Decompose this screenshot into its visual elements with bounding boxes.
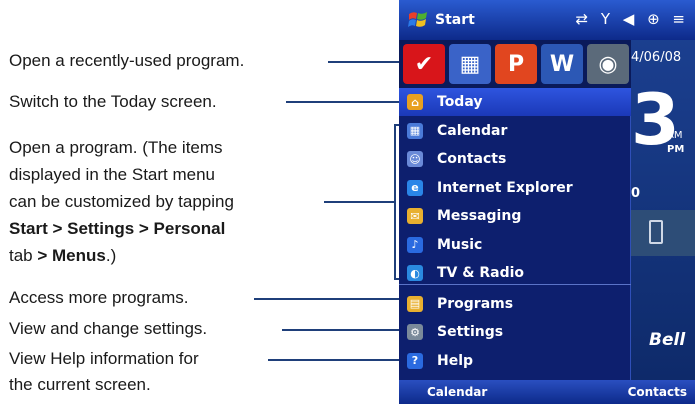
- callout-settings: View and change settings.: [9, 319, 208, 338]
- phone-icon: [649, 220, 663, 244]
- menu-item-label: Calendar: [437, 122, 508, 139]
- menu-item-settings[interactable]: ⚙ Settings: [399, 318, 631, 346]
- contacts-icon: ☺: [407, 151, 423, 167]
- callout-help-line2: the current screen.: [9, 375, 151, 394]
- leader-line-help: [268, 359, 401, 361]
- menu-item-calendar[interactable]: ▦ Calendar: [399, 117, 631, 145]
- menu-path-text: Start > Settings > Personal: [9, 219, 226, 238]
- windows-start-icon[interactable]: [407, 9, 429, 31]
- menu-item-internet-explorer[interactable]: e Internet Explorer: [399, 174, 631, 202]
- today-date: 4/06/08: [631, 50, 682, 65]
- menu-item-label: Contacts: [437, 151, 507, 167]
- window-title: Start: [435, 12, 475, 28]
- soft-key-right[interactable]: Contacts: [628, 385, 687, 399]
- menu-item-messaging[interactable]: ✉ Messaging: [399, 202, 631, 230]
- menu-item-music[interactable]: ♪ Music: [399, 231, 631, 259]
- recent-programs-bar: ✔ ▦ P W ◉: [399, 40, 631, 88]
- menu-item-label: Messaging: [437, 208, 522, 224]
- menu-item-label: Today: [437, 94, 483, 110]
- leader-line-recent: [328, 61, 401, 63]
- callout-program-line3: can be customized by tapping: [9, 192, 234, 211]
- today-icon: ⌂: [407, 94, 423, 110]
- leader-line-programs: [324, 201, 394, 203]
- programs-icon: ▤: [407, 295, 423, 312]
- callout-today: Switch to the Today screen.: [9, 92, 217, 111]
- menu-item-tv-radio[interactable]: ◐ TV & Radio: [399, 259, 631, 287]
- callout-recent: Open a recently-used program.: [9, 51, 245, 70]
- callout-more: Access more programs.: [9, 288, 189, 307]
- leader-line-more: [254, 298, 401, 300]
- callout-help-line1: View Help information for: [9, 349, 199, 368]
- menu-item-programs[interactable]: ▤ Programs: [399, 290, 631, 318]
- camera-icon[interactable]: ◉: [587, 44, 629, 84]
- menu-item-label: Internet Explorer: [437, 179, 573, 196]
- menu-item-label: Settings: [437, 324, 504, 340]
- menu-item-label: Music: [437, 236, 483, 253]
- menu-item-today[interactable]: ⌂ Today: [399, 88, 631, 116]
- help-icon: ?: [407, 352, 423, 369]
- menu-item-help[interactable]: ? Help: [399, 347, 631, 375]
- menu-item-label: Help: [437, 352, 474, 369]
- status-icons[interactable]: ⇄ Y ◀ ⊕ ≡: [576, 10, 689, 28]
- calendar-icon: ▦: [407, 122, 423, 139]
- internet-explorer-icon: e: [407, 179, 423, 196]
- powerpoint-icon[interactable]: P: [495, 44, 537, 84]
- messaging-icon: ✉: [407, 208, 423, 224]
- menu-item-contacts[interactable]: ☺ Contacts: [399, 145, 631, 173]
- calendar-app-icon[interactable]: ▦: [449, 44, 491, 84]
- callout-program-line5: tab > Menus.): [9, 243, 116, 268]
- leader-line-today: [286, 101, 401, 103]
- tab-text: tab: [9, 246, 38, 265]
- menu-item-label: TV & Radio: [437, 265, 525, 281]
- am-label: AM: [667, 130, 683, 141]
- menu-separator: [399, 284, 631, 285]
- settings-icon: ⚙: [407, 324, 423, 340]
- title-bar: Start ⇄ Y ◀ ⊕ ≡: [399, 0, 695, 40]
- bell-logo: Bell: [649, 330, 686, 350]
- pdf-icon[interactable]: ✔: [403, 44, 445, 84]
- music-icon: ♪: [407, 236, 423, 253]
- tv-radio-icon: ◐: [407, 265, 423, 281]
- soft-key-bar: Calendar Contacts: [399, 380, 695, 404]
- start-menu: ✔ ▦ P W ◉ ⌂ Today ▦ Calendar ☺ Contacts e Internet …: [399, 40, 631, 380]
- soft-key-left[interactable]: Calendar: [427, 385, 487, 399]
- callout-program-line1: Open a program. (The items: [9, 138, 223, 157]
- word-icon[interactable]: W: [541, 44, 583, 84]
- leader-line-settings: [282, 329, 401, 331]
- menu-item-label: Programs: [437, 295, 514, 312]
- device-screen: Start ⇄ Y ◀ ⊕ ≡ 4/06/08 3 AM PM 0 Bell ✔…: [399, 0, 695, 404]
- menus-text: > Menus: [37, 246, 106, 265]
- callout-program-line4: Start > Settings > Personal: [9, 216, 225, 241]
- pm-label: PM: [667, 144, 685, 155]
- callout-program-line2: displayed in the Start menu: [9, 165, 216, 184]
- close-paren-text: .): [105, 246, 117, 265]
- missed-calls-count: 0: [631, 186, 641, 201]
